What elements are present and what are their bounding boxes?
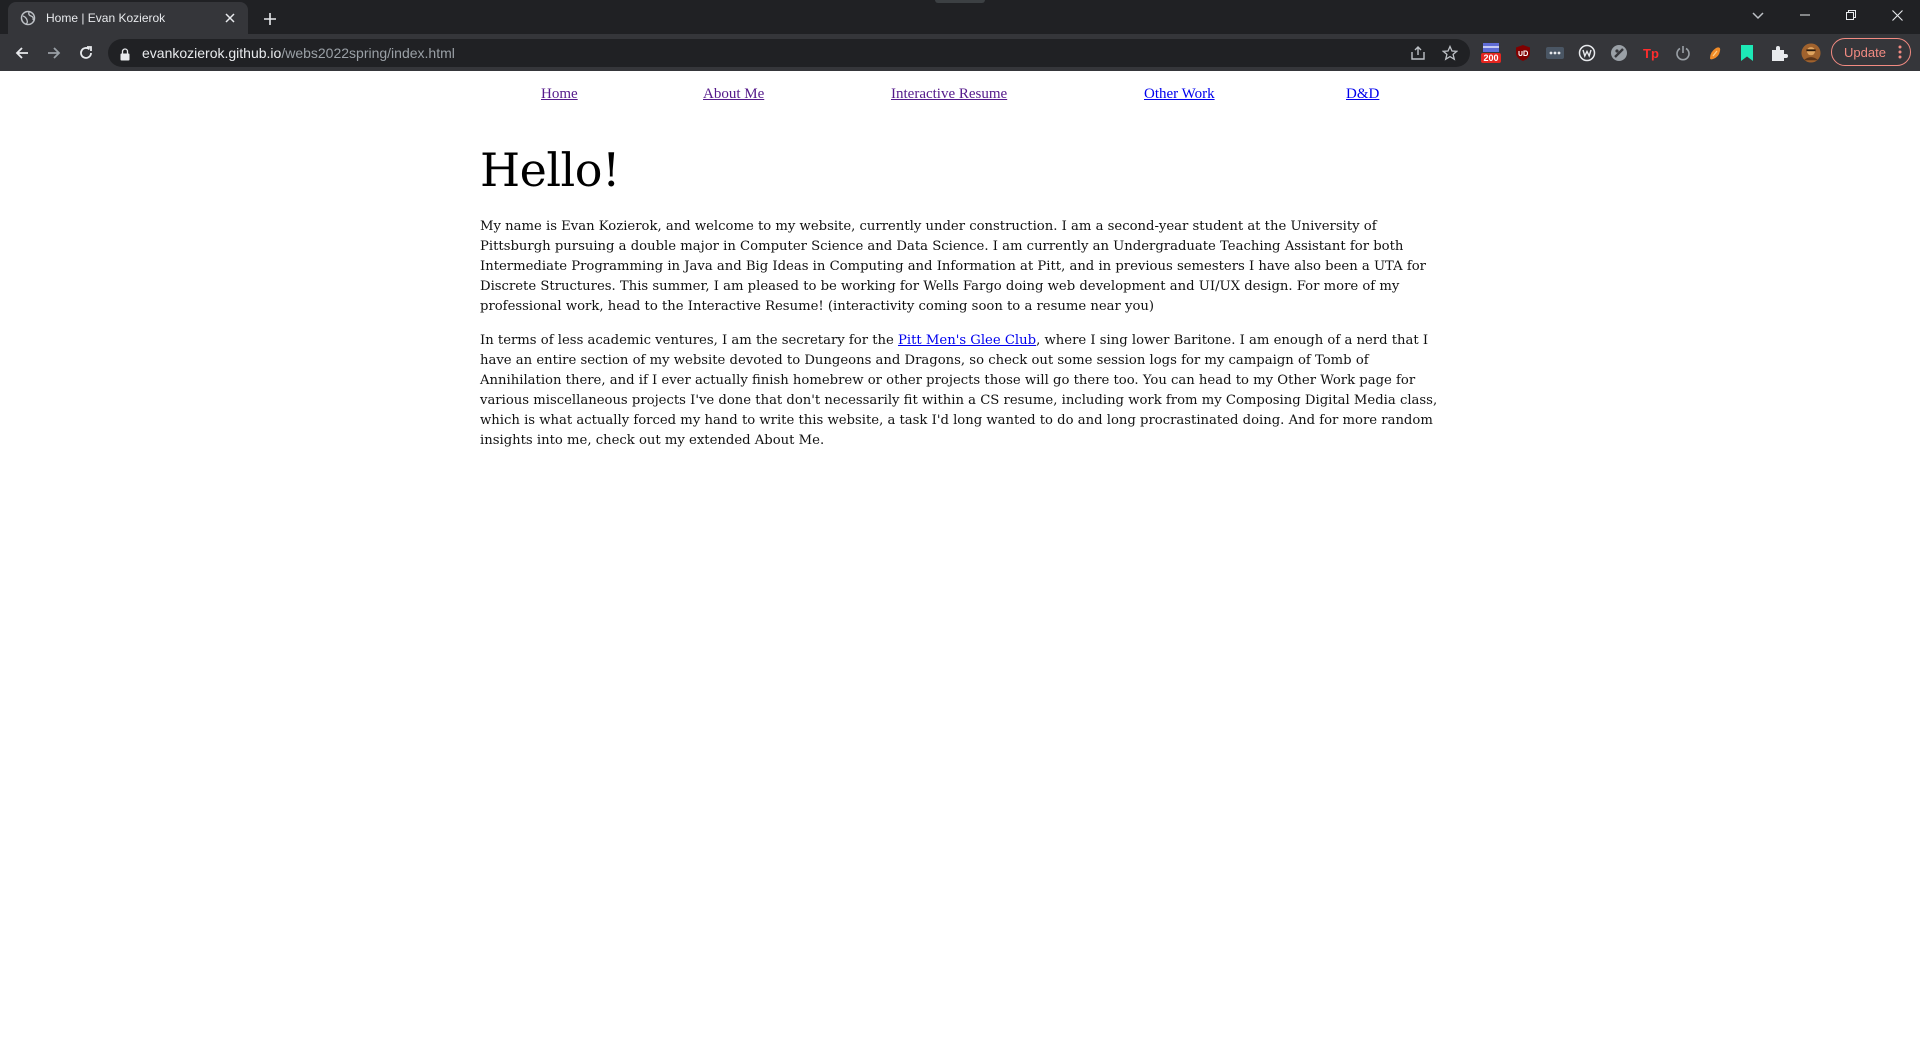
url-text[interactable]: evankozierok.github.io/webs2022spring/in…: [142, 45, 455, 61]
update-button[interactable]: Update: [1831, 38, 1911, 66]
ellipsis-extension-icon[interactable]: [1545, 43, 1565, 63]
update-label: Update: [1844, 44, 1886, 60]
nav-link-about-me[interactable]: About Me: [703, 86, 764, 103]
lock-icon[interactable]: [120, 46, 130, 65]
share-icon[interactable]: [1408, 43, 1428, 63]
url-path: /webs2022spring/index.html: [281, 45, 455, 61]
svg-text:Tp: Tp: [1643, 46, 1659, 61]
nav-link-home[interactable]: Home: [541, 86, 578, 103]
restore-icon[interactable]: [1828, 0, 1874, 30]
close-tab-icon[interactable]: [222, 10, 238, 26]
power-icon[interactable]: [1673, 43, 1693, 63]
more-menu-icon[interactable]: [1898, 45, 1902, 62]
bookmark-star-icon[interactable]: [1440, 43, 1460, 63]
tp-extension-icon[interactable]: Tp: [1641, 43, 1661, 63]
ublock-icon[interactable]: [1513, 43, 1533, 63]
extension-badge: 200: [1483, 53, 1498, 63]
ventures-paragraph: In terms of less academic ventures, I am…: [480, 331, 1440, 451]
window-controls: [1782, 0, 1920, 30]
nav-link-other-work[interactable]: Other Work: [1144, 86, 1215, 103]
browser-toolbar: evankozierok.github.io/webs2022spring/in…: [0, 34, 1920, 71]
main-content: Hello! My name is Evan Kozierok, and wel…: [480, 140, 1440, 451]
puzzle-piece-icon[interactable]: [1769, 43, 1789, 63]
slash-circle-extension-icon[interactable]: [1609, 43, 1629, 63]
reload-icon[interactable]: [72, 39, 100, 67]
profile-avatar[interactable]: [1801, 43, 1821, 63]
tab-search-icon[interactable]: [1746, 4, 1770, 28]
nav-link-dnd[interactable]: D&D: [1346, 86, 1379, 103]
address-bar[interactable]: evankozierok.github.io/webs2022spring/in…: [108, 39, 1470, 67]
forward-arrow-icon[interactable]: [40, 39, 68, 67]
orange-drop-extension-icon[interactable]: [1705, 43, 1725, 63]
tabstrip-notch: [935, 0, 985, 3]
ventures-text-start: In terms of less academic ventures, I am…: [480, 333, 899, 348]
url-host: evankozierok.github.io: [142, 45, 282, 61]
close-window-icon[interactable]: [1874, 0, 1920, 30]
browser-tabstrip: Home | Evan Kozierok: [0, 0, 1920, 34]
tab-title: Home | Evan Kozierok: [46, 11, 166, 25]
page-heading: Hello!: [480, 143, 620, 197]
bookmark-ribbon-icon[interactable]: [1737, 43, 1757, 63]
intro-paragraph: My name is Evan Kozierok, and welcome to…: [480, 219, 1426, 314]
w-circle-extension-icon[interactable]: [1577, 43, 1597, 63]
new-tab-button[interactable]: [258, 7, 282, 31]
back-arrow-icon[interactable]: [8, 39, 36, 67]
nav-link-interactive-resume[interactable]: Interactive Resume: [891, 86, 1007, 103]
browser-tab-active[interactable]: Home | Evan Kozierok: [8, 2, 248, 34]
calendar-extension-icon[interactable]: 200: [1481, 43, 1501, 63]
glee-club-link[interactable]: Pitt Men's Glee Club: [898, 333, 1036, 348]
site-nav: Home About Me Interactive Resume Other W…: [0, 86, 1920, 108]
minimize-icon[interactable]: [1782, 0, 1828, 30]
ventures-text-end: , where I sing lower Baritone. I am enou…: [480, 333, 1438, 448]
globe-icon: [20, 10, 36, 26]
